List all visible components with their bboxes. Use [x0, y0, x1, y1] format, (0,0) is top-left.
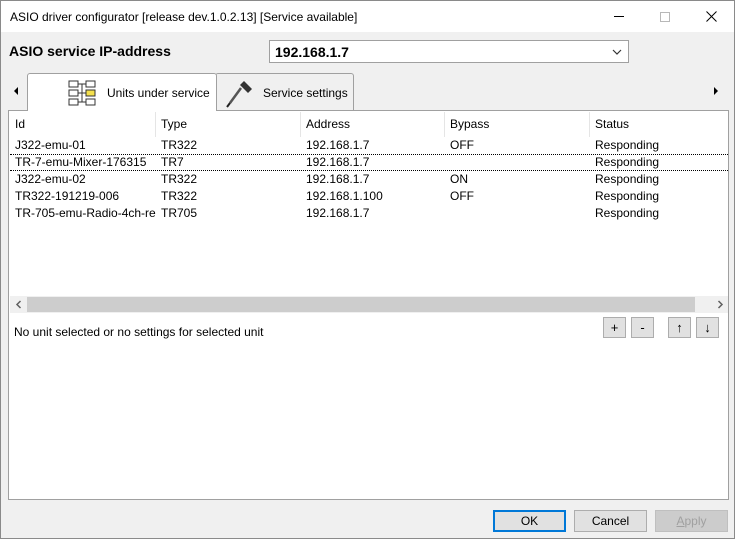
cell-id: J322-emu-01: [15, 138, 86, 152]
ok-button[interactable]: OK: [493, 510, 566, 532]
cell-bypass: [445, 154, 590, 171]
tab-scroll-left-button[interactable]: [9, 84, 23, 98]
close-button[interactable]: [688, 1, 734, 32]
triangle-left-icon: [14, 87, 18, 95]
cell-bypass: ON: [450, 172, 468, 186]
tab-label: Units under service: [107, 86, 210, 100]
cell-status: Responding: [595, 138, 660, 152]
apply-mnemonic: A: [676, 514, 685, 528]
column-header-status[interactable]: Status: [590, 112, 728, 137]
cell-type: TR705: [161, 206, 198, 220]
cell-type: TR322: [161, 172, 198, 186]
tab-units-under-service[interactable]: Units under service: [27, 73, 217, 111]
table-row[interactable]: J322-emu-02 TR322 192.168.1.7 ON Respond…: [10, 171, 728, 188]
cell-status: Responding: [595, 206, 660, 220]
cell-id: TR322-191219-006: [15, 189, 120, 203]
chevron-down-icon: [612, 49, 622, 55]
cell-address: 192.168.1.100: [306, 189, 383, 203]
tab-scroll-right-button[interactable]: [709, 84, 723, 98]
cell-address: 192.168.1.7: [306, 155, 370, 169]
unit-settings-status: No unit selected or no settings for sele…: [14, 325, 264, 339]
remove-unit-button[interactable]: -: [631, 317, 654, 338]
table-row[interactable]: J322-emu-01 TR322 192.168.1.7 OFF Respon…: [10, 137, 728, 154]
window-title: ASIO driver configurator [release dev.1.…: [10, 10, 358, 24]
title-bar: ASIO driver configurator [release dev.1.…: [1, 1, 734, 32]
cell-address: 192.168.1.7: [306, 138, 370, 152]
chevron-left-icon: [15, 300, 21, 309]
main-window: ASIO driver configurator [release dev.1.…: [0, 0, 735, 539]
apply-button[interactable]: Apply: [655, 510, 728, 532]
table-row[interactable]: TR322-191219-006 TR322 192.168.1.100 OFF…: [10, 188, 728, 205]
minimize-icon: [614, 16, 624, 17]
table-row[interactable]: TR-705-emu-Radio-4ch-re... TR705 192.168…: [10, 205, 728, 222]
screwdriver-icon: [226, 81, 252, 108]
cell-address: 192.168.1.7: [306, 172, 370, 186]
cell-status: Responding: [595, 172, 660, 186]
column-header-type[interactable]: Type: [156, 112, 301, 137]
cell-bypass: OFF: [450, 138, 474, 152]
tab-label: Service settings: [263, 86, 348, 100]
add-unit-button[interactable]: +: [603, 317, 626, 338]
units-grid-icon: [68, 80, 96, 106]
maximize-button[interactable]: [642, 1, 688, 32]
ip-address-value: 192.168.1.7: [275, 44, 349, 60]
chevron-right-icon: [717, 300, 723, 309]
units-panel: Id Type Address Bypass Status J322-emu-0…: [8, 110, 729, 500]
move-up-button[interactable]: ↑: [668, 317, 691, 338]
scroll-right-button[interactable]: [711, 296, 728, 313]
grid-header: Id Type Address Bypass Status: [10, 112, 728, 137]
tab-service-settings[interactable]: Service settings: [215, 73, 354, 110]
cell-type: TR322: [161, 138, 198, 152]
close-icon: [705, 11, 717, 22]
horizontal-scrollbar[interactable]: [10, 296, 728, 313]
cancel-button[interactable]: Cancel: [574, 510, 647, 532]
cell-status: Responding: [595, 189, 660, 203]
column-header-id[interactable]: Id: [10, 112, 156, 137]
cell-id: J322-emu-02: [15, 172, 86, 186]
cell-type: TR322: [161, 189, 198, 203]
cell-bypass: [445, 205, 590, 222]
scrollbar-thumb[interactable]: [27, 297, 695, 312]
apply-label-rest: pply: [684, 514, 707, 528]
cell-bypass: OFF: [450, 189, 474, 203]
column-header-address[interactable]: Address: [301, 112, 445, 137]
cell-id: TR-7-emu-Mixer-176315: [15, 155, 147, 169]
ip-address-select[interactable]: 192.168.1.7: [269, 40, 629, 63]
scroll-left-button[interactable]: [10, 296, 27, 313]
table-row[interactable]: TR-7-emu-Mixer-176315 TR7 192.168.1.7 Re…: [10, 154, 728, 171]
move-down-button[interactable]: ↓: [696, 317, 719, 338]
column-header-bypass[interactable]: Bypass: [445, 112, 590, 137]
triangle-right-icon: [714, 87, 718, 95]
minimize-button[interactable]: [596, 1, 642, 32]
cell-type: TR7: [161, 155, 184, 169]
cell-address: 192.168.1.7: [306, 206, 370, 220]
cell-id: TR-705-emu-Radio-4ch-re...: [15, 206, 156, 220]
ip-address-label: ASIO service IP-address: [9, 43, 171, 59]
cell-status: Responding: [595, 155, 660, 169]
maximize-icon: [660, 11, 670, 22]
